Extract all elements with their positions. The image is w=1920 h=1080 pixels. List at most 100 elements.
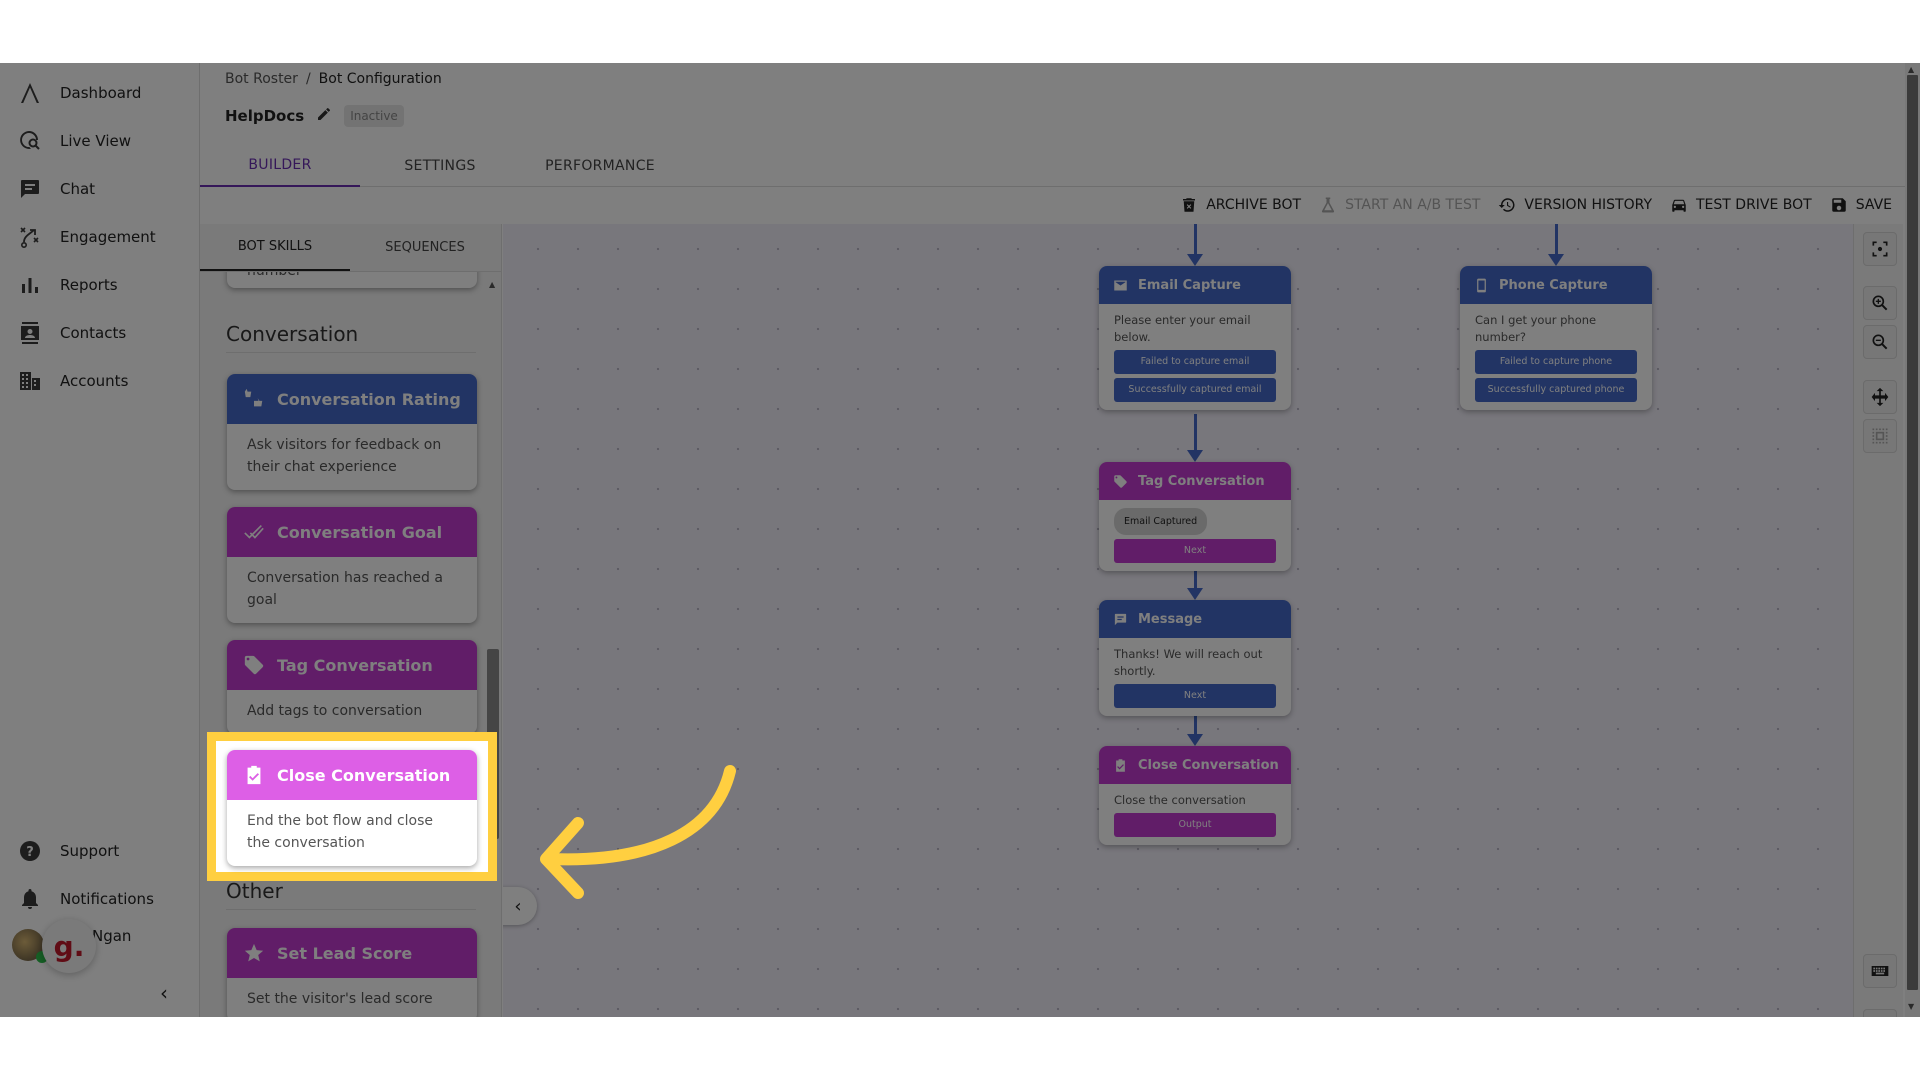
- skill-card-conversation-goal[interactable]: Conversation Goal Conversation has reach…: [227, 507, 477, 623]
- node-title: Phone Capture: [1499, 277, 1608, 293]
- tag-chip[interactable]: Email Captured: [1114, 508, 1208, 535]
- sidebar-item-label: Chat: [60, 180, 96, 198]
- test-drive-bot-button[interactable]: TEST DRIVE BOT: [1670, 196, 1812, 214]
- node-title: Close Conversation: [1138, 757, 1279, 773]
- sidebar-item-label: Notifications: [60, 890, 154, 908]
- zoom-in-icon: [1872, 295, 1888, 311]
- sidebar-item-reports[interactable]: Reports: [0, 265, 200, 305]
- skill-description: End the bot flow and close the conversat…: [247, 813, 434, 851]
- skill-title: Conversation Rating: [277, 389, 461, 409]
- center-focus-button[interactable]: [1863, 232, 1897, 266]
- fullscreen-button[interactable]: [1863, 1009, 1897, 1017]
- skills-tabs: BOT SKILLS SEQUENCES: [200, 224, 501, 272]
- connector-arrowhead: [1187, 588, 1203, 600]
- skill-title: Close Conversation: [277, 765, 451, 785]
- node-text: Thanks! We will reach out shortly.: [1114, 647, 1263, 678]
- main-tabs: BUILDER SETTINGS PERFORMANCE: [200, 145, 1920, 187]
- pencil-icon[interactable]: [316, 106, 332, 126]
- page-scrollbar-thumb[interactable]: [1907, 75, 1918, 990]
- connector-arrowhead: [1187, 734, 1203, 746]
- clipboard-check-icon: [1116, 758, 1125, 772]
- skill-card-close-conversation[interactable]: Close Conversation End the bot flow and …: [227, 750, 477, 866]
- node-phone-capture[interactable]: Phone Capture Can I get your phone numbe…: [1460, 266, 1652, 410]
- node-text: Please enter your email below.: [1114, 313, 1251, 344]
- node-message[interactable]: Message Thanks! We will reach out shortl…: [1099, 600, 1291, 716]
- pan-button[interactable]: [1863, 380, 1897, 414]
- node-close-conversation[interactable]: Close Conversation Close the conversatio…: [1099, 746, 1291, 845]
- node-title: Message: [1138, 611, 1203, 627]
- scroll-down-arrow-icon[interactable]: ▼: [1908, 1002, 1914, 1011]
- keyboard-icon: [1871, 966, 1889, 976]
- sidebar-item-chat[interactable]: Chat: [0, 169, 200, 209]
- section-heading-other: Other: [226, 879, 476, 910]
- skill-title: Tag Conversation: [277, 655, 433, 675]
- node-output-failed[interactable]: Failed to capture phone: [1475, 350, 1637, 374]
- sidebar-item-label: Accounts: [60, 372, 129, 390]
- section-heading-conversation: Conversation: [226, 322, 476, 353]
- user-name[interactable]: Ngan: [92, 927, 131, 945]
- node-output-next[interactable]: Next: [1114, 539, 1276, 563]
- history-icon: [1499, 198, 1515, 212]
- start-ab-test-label: START AN A/B TEST: [1345, 197, 1481, 213]
- start-ab-test-button[interactable]: START AN A/B TEST: [1319, 196, 1480, 214]
- sidebar-item-support[interactable]: ? Support: [0, 831, 200, 871]
- sidebar-item-engagement[interactable]: Engagement: [0, 217, 200, 257]
- skill-card-set-lead-score[interactable]: Set Lead Score Set the visitor's lead sc…: [227, 928, 477, 1017]
- tab-settings[interactable]: SETTINGS: [360, 145, 520, 187]
- tag-icon: [244, 655, 264, 675]
- tab-performance[interactable]: PERFORMANCE: [520, 145, 680, 187]
- collapse-sidebar-button[interactable]: ‹: [160, 981, 168, 1005]
- node-body: Thanks! We will reach out shortly. Next: [1099, 638, 1291, 716]
- sidebar-item-label: Dashboard: [60, 84, 142, 102]
- node-header: Phone Capture: [1460, 266, 1652, 304]
- save-button[interactable]: SAVE: [1830, 196, 1892, 214]
- skill-card-tag-conversation[interactable]: Tag Conversation Add tags to conversatio…: [227, 640, 477, 734]
- center-focus-icon: [1872, 241, 1888, 257]
- sidebar-item-dashboard[interactable]: Dashboard: [0, 73, 200, 113]
- connector-line: [1194, 414, 1197, 454]
- sidebar-item-notifications[interactable]: Notifications: [0, 879, 200, 919]
- archive-bot-button[interactable]: ARCHIVE BOT: [1180, 196, 1301, 214]
- skills-panel: BOT SKILLS SEQUENCES number Conversation…: [200, 224, 502, 1017]
- node-body: Please enter your email below. Failed to…: [1099, 304, 1291, 410]
- skill-header: Conversation Goal: [227, 507, 477, 557]
- skill-description: Add tags to conversation: [247, 703, 423, 719]
- skill-description: Conversation has reached a goal: [247, 570, 443, 608]
- archive-bot-label: ARCHIVE BOT: [1206, 197, 1302, 213]
- node-output-success[interactable]: Successfully captured email: [1114, 378, 1276, 402]
- skill-card-conversation-rating[interactable]: Conversation Rating Ask visitors for fee…: [227, 374, 477, 490]
- tab-bot-skills[interactable]: BOT SKILLS: [200, 224, 350, 271]
- node-tag-conversation[interactable]: Tag Conversation Email Captured Next: [1099, 462, 1291, 571]
- tab-builder[interactable]: BUILDER: [200, 145, 360, 187]
- breadcrumb: Bot Roster / Bot Configuration: [225, 71, 442, 87]
- sidebar-item-live-view[interactable]: Live View: [0, 121, 200, 161]
- node-email-capture[interactable]: Email Capture Please enter your email be…: [1099, 266, 1291, 410]
- car-icon: [1672, 199, 1686, 212]
- scroll-up-arrow-icon[interactable]: ▲: [1908, 65, 1914, 74]
- sidebar-item-contacts[interactable]: Contacts: [0, 313, 200, 353]
- node-output-failed[interactable]: Failed to capture email: [1114, 350, 1276, 374]
- scroll-up-arrow-icon[interactable]: ▲: [489, 280, 495, 289]
- contacts-icon: [0, 321, 60, 345]
- node-title: Email Capture: [1138, 277, 1241, 293]
- sidebar-item-accounts[interactable]: Accounts: [0, 361, 200, 401]
- sidebar-item-label: Reports: [60, 276, 118, 294]
- version-history-button[interactable]: VERSION HISTORY: [1498, 196, 1652, 214]
- connector-arrowhead: [1187, 450, 1203, 462]
- bot-title-row: HelpDocs Inactive: [225, 105, 404, 127]
- chat-icon: [0, 177, 60, 201]
- skill-header: Set Lead Score: [227, 928, 477, 978]
- node-output[interactable]: Output: [1114, 813, 1276, 837]
- zoom-out-button[interactable]: [1863, 325, 1897, 359]
- fit-selection-button[interactable]: [1863, 419, 1897, 453]
- node-output-success[interactable]: Successfully captured phone: [1475, 378, 1637, 402]
- breadcrumb-bot-roster[interactable]: Bot Roster: [225, 71, 298, 87]
- tab-sequences[interactable]: SEQUENCES: [350, 224, 500, 271]
- tutorial-pointer-arrow-icon: [540, 765, 736, 899]
- keyboard-shortcuts-button[interactable]: [1863, 954, 1897, 988]
- selection-icon: [1872, 428, 1888, 444]
- node-output-next[interactable]: Next: [1114, 684, 1276, 708]
- skills-scrollbar-track[interactable]: [488, 272, 500, 1017]
- grammarly-extension-button[interactable]: g.: [42, 919, 96, 973]
- zoom-in-button[interactable]: [1863, 286, 1897, 320]
